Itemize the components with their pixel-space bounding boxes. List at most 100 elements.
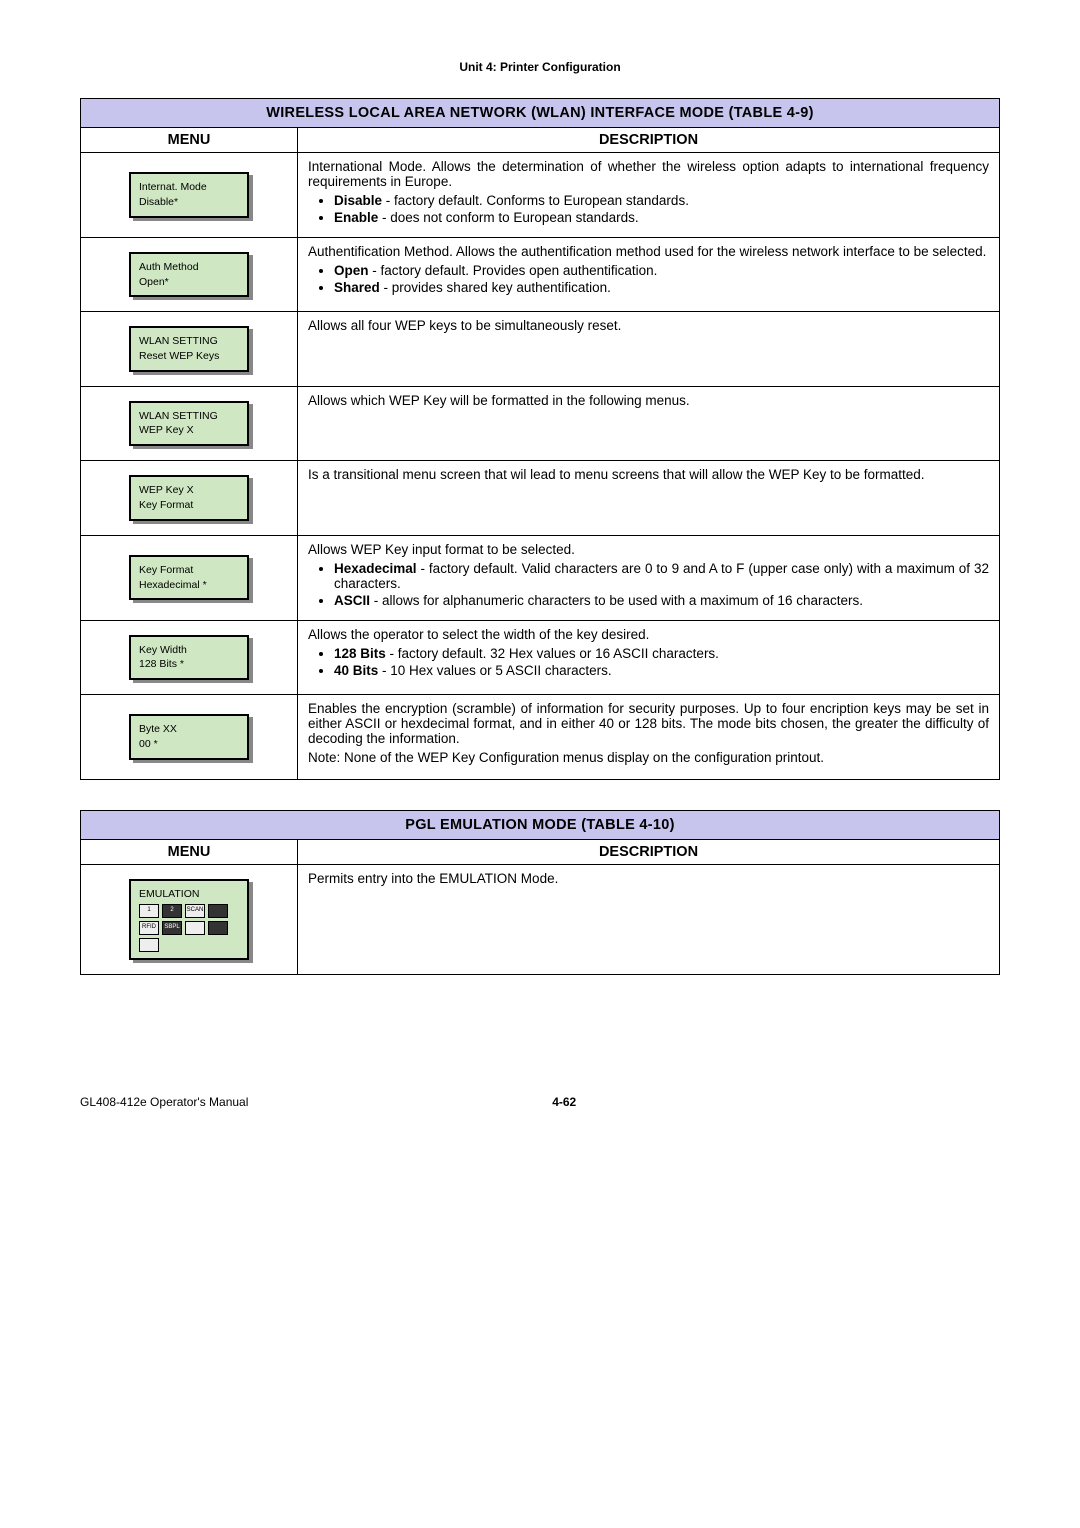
lcd-line1: Internat. Mode — [139, 180, 239, 195]
menu-cell: EMULATION 12SCAN RFIDSBPL — [81, 864, 298, 974]
emulation-icon — [208, 921, 228, 935]
menu-cell: Key Width128 Bits * — [81, 620, 298, 694]
emulation-icon: SCAN — [185, 904, 205, 918]
option-name: Enable — [334, 210, 378, 225]
lcd-screen: WLAN SETTINGReset WEP Keys — [129, 326, 249, 371]
footer-left: GL408-412e Operator's Manual — [80, 1095, 248, 1109]
menu-cell: WLAN SETTINGWEP Key X — [81, 386, 298, 460]
lcd-screen: Byte XX00 * — [129, 714, 249, 759]
option-text: - 10 Hex values or 5 ASCII characters. — [378, 663, 611, 678]
option-item: 40 Bits - 10 Hex values or 5 ASCII chara… — [334, 663, 989, 678]
lcd-line2: Reset WEP Keys — [139, 349, 239, 364]
option-list: Hexadecimal - factory default. Valid cha… — [308, 561, 989, 608]
option-name: ASCII — [334, 593, 370, 608]
option-item: Open - factory default. Provides open au… — [334, 263, 989, 278]
lcd-line1: Byte XX — [139, 722, 239, 737]
lcd-line1: Auth Method — [139, 260, 239, 275]
description-cell: Allows which WEP Key will be formatted i… — [298, 386, 1000, 460]
footer-page: 4-62 — [552, 1095, 576, 1109]
menu-cell: Key FormatHexadecimal * — [81, 535, 298, 620]
lcd-line1: WEP Key X — [139, 483, 239, 498]
option-text: - factory default. 32 Hex values or 16 A… — [386, 646, 719, 661]
lcd-screen: WLAN SETTINGWEP Key X — [129, 401, 249, 446]
unit-header: Unit 4: Printer Configuration — [80, 60, 1000, 74]
description-text: Authentification Method. Allows the auth… — [308, 244, 989, 259]
description-text: Permits entry into the EMULATION Mode. — [308, 871, 989, 886]
option-name: 40 Bits — [334, 663, 378, 678]
menu-cell: Byte XX00 * — [81, 694, 298, 779]
option-item: Hexadecimal - factory default. Valid cha… — [334, 561, 989, 591]
option-item: Enable - does not conform to European st… — [334, 210, 989, 225]
menu-header: MENU — [81, 839, 298, 864]
page-footer: GL408-412e Operator's Manual 4-62 — [80, 1095, 1000, 1109]
description-text: International Mode. Allows the determina… — [308, 159, 989, 189]
description-text: Is a transitional menu screen that wil l… — [308, 467, 989, 482]
option-text: - factory default. Valid characters are … — [334, 561, 989, 591]
emulation-icon: 2 — [162, 904, 182, 918]
lcd-line1: WLAN SETTING — [139, 409, 239, 424]
lcd-line1: WLAN SETTING — [139, 334, 239, 349]
lcd-line2: Hexadecimal * — [139, 578, 239, 593]
option-list: 128 Bits - factory default. 32 Hex value… — [308, 646, 989, 678]
description-cell: Is a transitional menu screen that wil l… — [298, 461, 1000, 535]
emulation-icon — [208, 904, 228, 918]
description-cell: International Mode. Allows the determina… — [298, 153, 1000, 238]
description-text: Allows the operator to select the width … — [308, 627, 989, 642]
description-cell: Allows all four WEP keys to be simultane… — [298, 312, 1000, 386]
option-text: - factory default. Conforms to European … — [382, 193, 689, 208]
menu-cell: Auth MethodOpen* — [81, 238, 298, 312]
option-item: ASCII - allows for alphanumeric characte… — [334, 593, 989, 608]
lcd-line2: 00 * — [139, 737, 239, 752]
pgl-title: PGL EMULATION MODE (TABLE 4-10) — [81, 810, 1000, 839]
option-name: 128 Bits — [334, 646, 386, 661]
lcd-line2: Open* — [139, 275, 239, 290]
description-cell: Permits entry into the EMULATION Mode. — [298, 864, 1000, 974]
lcd-line1: Key Format — [139, 563, 239, 578]
option-name: Open — [334, 263, 369, 278]
lcd-screen: EMULATION 12SCAN RFIDSBPL — [129, 879, 249, 960]
menu-cell: WEP Key XKey Format — [81, 461, 298, 535]
description-cell: Authentification Method. Allows the auth… — [298, 238, 1000, 312]
option-item: Disable - factory default. Conforms to E… — [334, 193, 989, 208]
description-cell: Allows WEP Key input format to be select… — [298, 535, 1000, 620]
lcd-line1: EMULATION — [139, 887, 239, 902]
wlan-title: WIRELESS LOCAL AREA NETWORK (WLAN) INTER… — [81, 99, 1000, 128]
lcd-screen: Auth MethodOpen* — [129, 252, 249, 297]
option-item: Shared - provides shared key authentific… — [334, 280, 989, 295]
menu-cell: WLAN SETTINGReset WEP Keys — [81, 312, 298, 386]
option-name: Disable — [334, 193, 382, 208]
description-cell: Enables the encryption (scramble) of inf… — [298, 694, 1000, 779]
option-name: Shared — [334, 280, 380, 295]
emulation-icon: SBPL — [162, 921, 182, 935]
option-item: 128 Bits - factory default. 32 Hex value… — [334, 646, 989, 661]
option-text: - does not conform to European standards… — [378, 210, 638, 225]
pgl-table: PGL EMULATION MODE (TABLE 4-10) MENU DES… — [80, 810, 1000, 975]
emulation-icon: RFID — [139, 921, 159, 935]
desc-header: DESCRIPTION — [298, 128, 1000, 153]
option-list: Disable - factory default. Conforms to E… — [308, 193, 989, 225]
lcd-line2: WEP Key X — [139, 423, 239, 438]
emulation-icon — [139, 938, 159, 952]
description-text: Allows which WEP Key will be formatted i… — [308, 393, 989, 408]
emulation-icon — [185, 921, 205, 935]
option-name: Hexadecimal — [334, 561, 417, 576]
option-text: - factory default. Provides open authent… — [369, 263, 658, 278]
option-text: - provides shared key authentification. — [380, 280, 611, 295]
lcd-screen: Key FormatHexadecimal * — [129, 555, 249, 600]
menu-header: MENU — [81, 128, 298, 153]
desc-header: DESCRIPTION — [298, 839, 1000, 864]
description-cell: Allows the operator to select the width … — [298, 620, 1000, 694]
wlan-table: WIRELESS LOCAL AREA NETWORK (WLAN) INTER… — [80, 98, 1000, 780]
lcd-line2: Key Format — [139, 498, 239, 513]
lcd-line2: Disable* — [139, 195, 239, 210]
lcd-screen: Key Width128 Bits * — [129, 635, 249, 680]
emulation-icon: 1 — [139, 904, 159, 918]
lcd-line2: 128 Bits * — [139, 657, 239, 672]
emulation-icons: 12SCAN RFIDSBPL — [139, 904, 235, 952]
lcd-line1: Key Width — [139, 643, 239, 658]
lcd-screen: Internat. ModeDisable* — [129, 172, 249, 217]
description-text: Allows WEP Key input format to be select… — [308, 542, 989, 557]
option-text: - allows for alphanumeric characters to … — [370, 593, 863, 608]
menu-cell: Internat. ModeDisable* — [81, 153, 298, 238]
description-note: Note: None of the WEP Key Configuration … — [308, 750, 989, 765]
